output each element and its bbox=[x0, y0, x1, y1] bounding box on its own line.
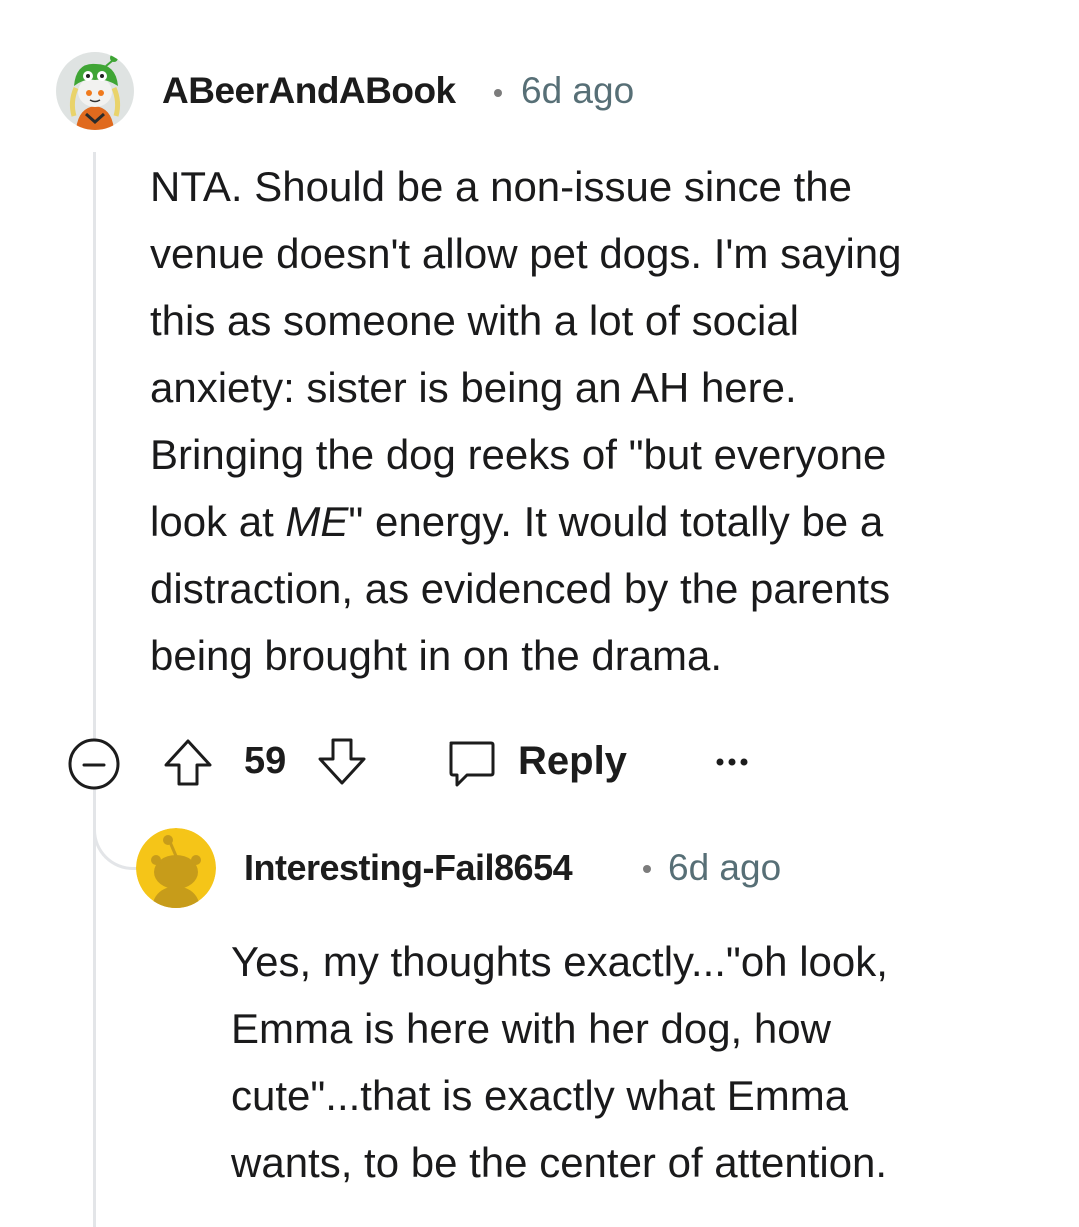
speech-bubble-icon bbox=[449, 741, 495, 787]
reply-body: Yes, my thoughts exactly..."oh look, Emm… bbox=[231, 928, 888, 1196]
upvote-arrow-icon bbox=[164, 739, 212, 786]
comment-body-line: distraction, as evidenced by the parents bbox=[150, 565, 891, 612]
collapse-minus-icon bbox=[68, 738, 120, 790]
comment-body-fragment: look at bbox=[150, 498, 286, 545]
default-snoo-avatar-icon bbox=[136, 828, 216, 908]
more-options-button[interactable] bbox=[710, 742, 754, 782]
reply-author[interactable]: Interesting-Fail8654 bbox=[244, 847, 573, 889]
comment-body-line: look at ME" energy. It would totally be … bbox=[150, 488, 902, 555]
comment-timestamp: 6d ago bbox=[521, 70, 635, 111]
reply-body-line: cute"...that is exactly what Emma bbox=[231, 1072, 849, 1119]
reply-thread-connector bbox=[93, 790, 137, 870]
upvote-button[interactable] bbox=[160, 734, 216, 790]
vote-count: 59 bbox=[244, 740, 287, 782]
snoo-avatar-icon bbox=[56, 52, 134, 130]
collapse-thread-button[interactable] bbox=[66, 736, 122, 792]
reply-timestamp: 6d ago bbox=[668, 847, 782, 888]
reply-body-line: Yes, my thoughts exactly..."oh look, bbox=[231, 938, 888, 985]
meta-separator-dot bbox=[494, 89, 502, 97]
downvote-arrow-icon bbox=[318, 738, 366, 785]
avatar-abeerandabook[interactable] bbox=[56, 52, 134, 130]
more-dots-icon bbox=[716, 758, 748, 766]
reply-button-icon-wrap[interactable] bbox=[443, 735, 499, 791]
comment-body-line: anxiety: sister is being an AH here. bbox=[150, 364, 797, 411]
comment-body-line: NTA. Should be a non-issue since the bbox=[150, 163, 852, 210]
meta-separator-dot bbox=[643, 865, 651, 873]
reply-body-line: wants, to be the center of attention. bbox=[231, 1139, 888, 1186]
comment-body-line: this as someone with a lot of social bbox=[150, 297, 799, 344]
comment-body-line: venue doesn't allow pet dogs. I'm saying bbox=[150, 230, 902, 277]
reply-button[interactable]: Reply bbox=[518, 739, 627, 784]
comment-body-line: being brought in on the drama. bbox=[150, 632, 723, 679]
avatar-interesting-fail8654[interactable] bbox=[136, 828, 216, 908]
downvote-button[interactable] bbox=[314, 734, 370, 790]
comment-body-emphasis: ME bbox=[285, 498, 349, 545]
comment-body: NTA. Should be a non-issue since the ven… bbox=[150, 153, 902, 689]
comment-body-fragment: " energy. It would totally be a bbox=[348, 498, 884, 545]
comment-author[interactable]: ABeerAndABook bbox=[162, 70, 456, 112]
comment-body-line: Bringing the dog reeks of "but everyone bbox=[150, 431, 887, 478]
thread-line bbox=[93, 152, 96, 1227]
reply-body-line: Emma is here with her dog, how bbox=[231, 1005, 831, 1052]
